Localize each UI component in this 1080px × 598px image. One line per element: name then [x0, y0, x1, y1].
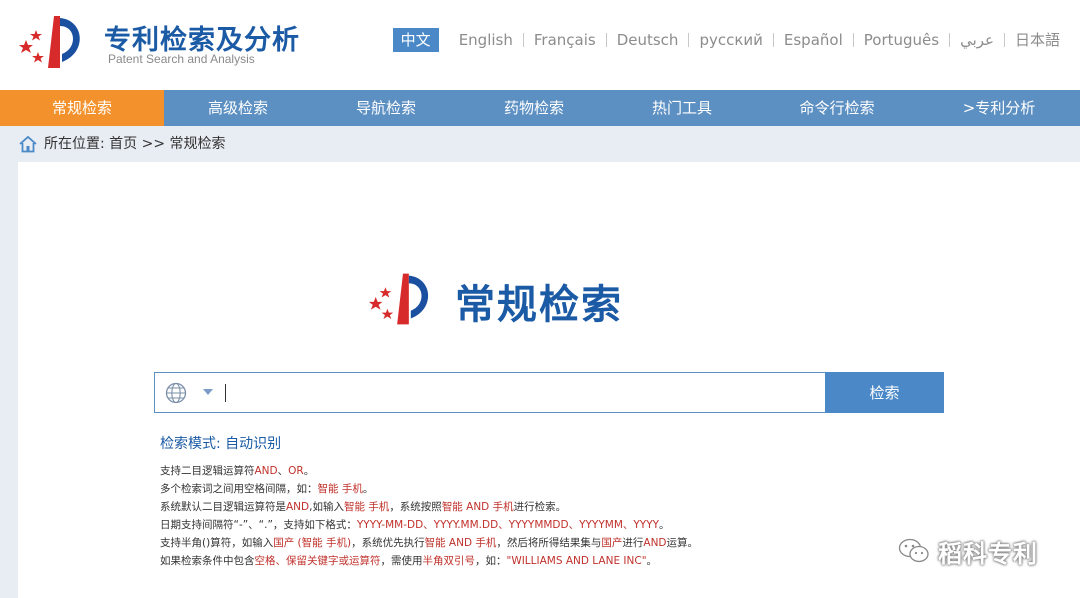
tip-keyword: 国产 — [601, 537, 623, 549]
tip-text: 系统默认二目逻辑运算符是 — [160, 501, 286, 513]
language-option[interactable]: 中文 — [392, 28, 439, 52]
tip-keyword: YYYY-MM-DD、YYYY.MM.DD、YYYYMMDD、YYYYMM、YY… — [356, 519, 660, 531]
tip-text: ,如输入 — [309, 501, 344, 513]
tip-keyword: 智能 AND 手机 — [424, 537, 497, 549]
language-switcher: 中文 English Français Deutsch русский Español Po… — [392, 28, 1070, 52]
tip-keyword: 智能 手机 — [317, 483, 363, 495]
breadcrumb: 所在位置: 首页 >> 常规检索 — [0, 126, 1080, 162]
nav-item[interactable]: 命令行检索 — [756, 90, 918, 126]
tip-text: ，系统按照 — [389, 501, 442, 513]
language-option[interactable]: русский — [689, 28, 772, 52]
search-tips: 支持二目逻辑运算符AND、OR。 多个检索词之间用空格间隔，如：智能 手机。 系统默… — [160, 462, 698, 570]
left-margin — [0, 162, 18, 598]
tip-keyword: 国产 (智能 手机) — [273, 537, 352, 549]
tip-keyword: 半角双引号 — [422, 555, 476, 567]
nav-item[interactable]: >专利分析 — [918, 90, 1080, 126]
language-option[interactable]: Français — [524, 28, 606, 52]
tip-text: 。 — [646, 555, 658, 567]
search-bar: 检索 — [154, 372, 944, 413]
tip-line: 系统默认二目逻辑运算符是AND,如输入智能 手机，系统按照智能 AND 手机进行… — [160, 498, 698, 516]
tip-text: 运算。 — [666, 537, 699, 549]
tip-keyword: AND — [286, 501, 310, 513]
tip-text: 支持半角()算符，如输入 — [160, 537, 274, 549]
tip-line: 支持二目逻辑运算符AND、OR。 — [160, 462, 698, 480]
watermark: 稻科专利 — [898, 534, 1038, 568]
tip-text: 如果检索条件中包含 — [160, 555, 255, 567]
language-option[interactable]: 日本語 — [1005, 28, 1070, 52]
patent-logo-icon[interactable] — [14, 12, 94, 70]
nav-item[interactable]: 热门工具 — [608, 90, 756, 126]
tip-text: ，然后将所得结果集与 — [496, 537, 602, 549]
tip-line: 多个检索词之间用空格间隔，如：智能 手机。 — [160, 480, 698, 498]
watermark-text: 稻科专利 — [938, 539, 1038, 568]
nav-item[interactable]: 常规检索 — [0, 90, 164, 126]
language-option[interactable]: عربي — [950, 28, 1004, 52]
language-option[interactable]: Español — [774, 28, 853, 52]
tip-keyword: OR — [288, 465, 304, 477]
tip-text: 。 — [362, 483, 374, 495]
tip-line: 日期支持间隔符“-”、“.”，支持如下格式：YYYY-MM-DD、YYYY.MM… — [160, 516, 698, 534]
nav-item[interactable]: 导航检索 — [312, 90, 460, 126]
text-cursor — [225, 384, 226, 402]
search-mode[interactable]: 检索模式: 自动识别 — [160, 433, 281, 453]
tip-keyword: AND — [643, 537, 667, 549]
nav-item[interactable]: 高级检索 — [164, 90, 312, 126]
breadcrumb-text[interactable]: 所在位置: 首页 >> 常规检索 — [44, 126, 226, 162]
site-subtitle: Patent Search and Analysis — [108, 52, 255, 66]
search-button[interactable]: 检索 — [825, 372, 944, 413]
tip-text: 。 — [659, 519, 670, 531]
language-option[interactable]: Português — [854, 28, 949, 52]
tip-text: ，系统优先执行 — [351, 537, 425, 549]
tip-text: 进行 — [622, 537, 644, 549]
home-icon[interactable] — [18, 135, 38, 153]
site-header: 专利检索及分析 Patent Search and Analysis 中文 Eng… — [0, 0, 1080, 90]
language-option[interactable]: English — [449, 28, 523, 52]
tip-keyword: 空格、保留关键字或运算符 — [254, 555, 381, 567]
tip-text: 支持二目逻辑运算符 — [160, 465, 255, 477]
patent-logo-large-icon — [368, 273, 429, 325]
tip-text: ，需使用 — [380, 555, 423, 567]
tip-text: 进行检索。 — [513, 501, 567, 513]
nav-item[interactable]: 药物检索 — [460, 90, 608, 126]
tip-keyword: "WILLIAMS AND LANE INC" — [506, 555, 647, 567]
main-nav: 常规检索 高级检索 导航检索 药物检索 热门工具 命令行检索 >专利分析 — [0, 90, 1080, 126]
tip-text: 日期支持间隔符“-”、“.”，支持如下格式： — [160, 519, 357, 531]
globe-icon[interactable] — [165, 382, 187, 404]
language-option[interactable]: Deutsch — [607, 28, 689, 52]
tip-keyword: AND — [254, 465, 278, 477]
page-title: 常规检索 — [455, 282, 623, 328]
tip-keyword: 智能 AND 手机 — [441, 501, 514, 513]
tip-line: 如果检索条件中包含空格、保留关键字或运算符，需使用半角双引号，如："WILLIA… — [160, 552, 698, 570]
tip-text: 。 — [303, 465, 315, 477]
tip-text: 多个检索词之间用空格间隔，如： — [160, 483, 318, 495]
tip-text: 、 — [277, 465, 289, 477]
search-input[interactable] — [223, 379, 807, 408]
wechat-icon — [898, 538, 929, 563]
tip-line: 支持半角()算符，如输入国产 (智能 手机)，系统优先执行智能 AND 手机，然… — [160, 534, 698, 552]
chevron-down-icon[interactable] — [203, 389, 213, 395]
tip-text: ，如： — [475, 555, 507, 567]
tip-keyword: 智能 手机 — [343, 501, 390, 513]
